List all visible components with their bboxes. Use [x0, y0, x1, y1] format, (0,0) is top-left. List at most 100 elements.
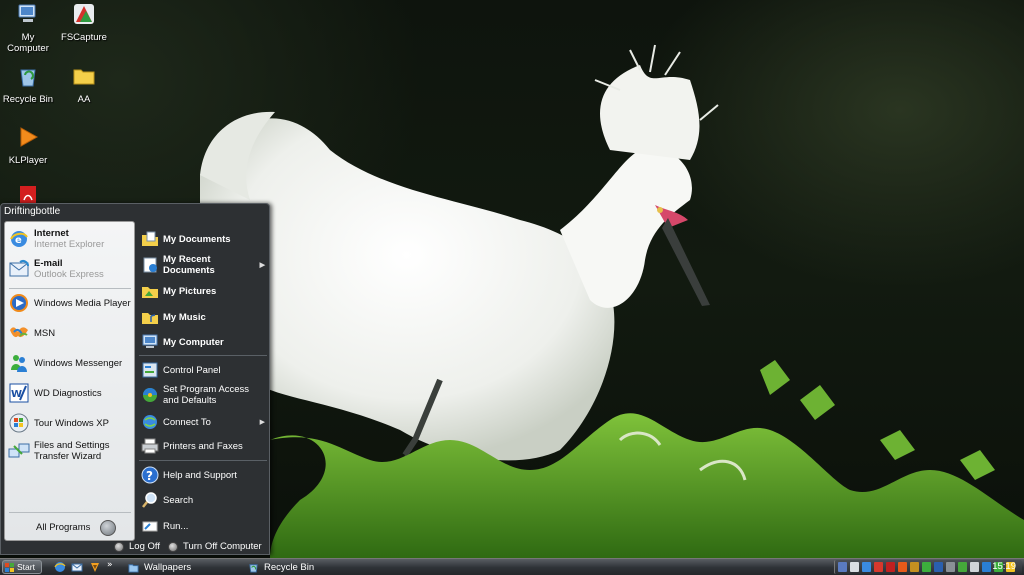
outlook-express-icon[interactable]	[71, 561, 83, 573]
network-icon[interactable]	[838, 562, 847, 572]
program-item-tour-windows-xp[interactable]: Tour Windows XP	[8, 412, 134, 434]
place-item-my-music[interactable]: My Music	[141, 308, 267, 326]
tray-app-icon[interactable]	[982, 562, 991, 572]
program-item-windows-messenger[interactable]: Windows Messenger	[8, 352, 134, 374]
system-item-control-panel[interactable]: Control Panel	[141, 361, 267, 379]
place-item-my-recent-documents[interactable]: My Recent Documents ▶	[141, 254, 267, 276]
program-item-windows-media-player[interactable]: Windows Media Player	[8, 292, 134, 314]
program-item-msn[interactable]: MSN	[8, 322, 134, 344]
program-item-label: WD Diagnostics	[34, 387, 102, 399]
internet-explorer-icon[interactable]	[54, 561, 66, 573]
update-icon[interactable]	[898, 562, 907, 572]
msn-icon	[10, 327, 28, 338]
power-icon	[168, 541, 178, 552]
search-icon	[142, 492, 157, 508]
tool-item-help-support[interactable]: ? Help and Support	[141, 466, 267, 484]
volume-icon[interactable]	[850, 562, 859, 572]
place-item-label: My Music	[163, 311, 206, 323]
desktop-icon-fscapture[interactable]: FSCapture	[56, 2, 112, 43]
tray-app-icon[interactable]	[922, 562, 931, 572]
outlook-express-icon	[9, 260, 29, 277]
tool-item-label: Search	[163, 494, 194, 506]
log-off-button[interactable]: Log Off	[114, 541, 160, 552]
place-item-my-pictures[interactable]: My Pictures	[141, 282, 267, 300]
submenu-arrow-icon: ▶	[259, 418, 265, 426]
pinned-item-internet[interactable]: e Internet Internet Explorer	[8, 228, 134, 250]
windows-logo-icon	[5, 562, 14, 572]
task-button-label: Wallpapers	[144, 561, 192, 573]
connect-to-icon	[143, 415, 157, 429]
start-menu-footer: Log Off Turn Off Computer	[1, 541, 269, 555]
place-item-label: My Documents	[163, 233, 231, 245]
desktop-icon-label: KLPlayer	[8, 155, 48, 166]
tool-item-label: Help and Support	[163, 469, 237, 481]
pinned-item-subtitle: Internet Explorer	[34, 239, 105, 250]
tray-app-icon[interactable]	[910, 562, 919, 572]
program-item-transfer-wizard[interactable]: Files and Settings Transfer Wizard	[8, 440, 134, 462]
folder-icon	[73, 69, 95, 85]
messenger-tray-icon[interactable]	[862, 562, 871, 572]
desktop-icon-label: My Computer	[7, 32, 49, 54]
pinned-item-title: Internet	[34, 228, 69, 239]
place-item-my-documents[interactable]: My Documents	[141, 230, 267, 248]
program-item-label: Windows Media Player	[34, 297, 131, 309]
winamp-icon[interactable]	[89, 561, 101, 573]
k-app-icon[interactable]	[886, 562, 895, 572]
internet-explorer-icon: e	[10, 231, 28, 247]
tour-icon	[9, 413, 29, 433]
quick-launch-overflow-button[interactable]: »	[107, 560, 113, 570]
arrow-right-icon	[100, 520, 116, 536]
start-label: Start	[17, 562, 35, 572]
wireless-icon[interactable]	[970, 562, 979, 572]
recycle-bin-icon	[249, 563, 258, 573]
place-item-label: My Pictures	[163, 285, 217, 297]
system-item-set-program-access[interactable]: Set Program Access and Defaults	[141, 384, 267, 406]
start-button[interactable]: Start	[2, 560, 42, 574]
desktop-icon-label: AA	[77, 94, 91, 105]
system-item-connect-to[interactable]: Connect To ▶	[141, 413, 267, 431]
system-item-printers-faxes[interactable]: Printers and Faxes	[141, 437, 267, 455]
menu-separator	[9, 512, 131, 513]
start-menu: Driftingbottle e Internet Internet Explor…	[0, 203, 270, 555]
program-item-label: MSN	[34, 327, 56, 339]
all-programs-button[interactable]: All Programs	[8, 518, 134, 538]
desktop-icon-aa-folder[interactable]: AA	[56, 64, 112, 105]
system-tray: 15:19	[834, 560, 1022, 574]
task-button-wallpapers[interactable]: Wallpapers	[128, 560, 191, 574]
turn-off-label: Turn Off Computer	[183, 541, 262, 552]
system-item-label: Connect To	[163, 416, 211, 428]
log-off-icon	[114, 541, 124, 552]
program-item-label: Tour Windows XP	[34, 417, 109, 429]
clock[interactable]: 15:19	[992, 561, 1016, 572]
all-programs-label: All Programs	[36, 522, 91, 533]
log-off-label: Log Off	[129, 541, 160, 552]
tray-app-icon[interactable]	[958, 562, 967, 572]
task-button-recycle-bin[interactable]: Recycle Bin	[248, 560, 314, 574]
start-menu-places-pane: My Documents My Recent Documents ▶ My Pi…	[137, 221, 269, 539]
tool-item-run[interactable]: Run...	[141, 517, 267, 535]
start-menu-username: Driftingbottle	[4, 206, 61, 217]
menu-separator	[139, 355, 267, 356]
run-icon	[142, 521, 158, 532]
place-item-my-computer[interactable]: My Computer	[141, 333, 267, 351]
svg-text:e: e	[15, 235, 22, 246]
pictures-icon	[142, 287, 158, 298]
program-item-wd-diagnostics[interactable]: W WD Diagnostics	[8, 382, 134, 404]
desktop-icon-my-computer[interactable]: My Computer	[0, 2, 56, 54]
desktop-icon-recycle-bin[interactable]: Recycle Bin	[0, 64, 56, 105]
pinned-item-email[interactable]: E-mail Outlook Express	[8, 258, 134, 280]
shield-icon[interactable]	[934, 562, 943, 572]
program-item-label: Files and Settings Transfer Wizard	[34, 440, 110, 462]
place-item-label: My Computer	[163, 336, 224, 348]
antivirus-icon[interactable]	[874, 562, 883, 572]
svg-text:?: ?	[146, 469, 153, 483]
desktop-icon-klplayer[interactable]: KLPlayer	[0, 125, 56, 166]
control-panel-icon	[142, 362, 158, 378]
recent-documents-icon	[143, 257, 157, 273]
tool-item-search[interactable]: Search	[141, 491, 267, 509]
tray-app-icon[interactable]	[946, 562, 955, 572]
start-menu-programs-pane: e Internet Internet Explorer E-mail Outloo…	[4, 221, 135, 541]
folder-icon	[128, 563, 139, 573]
turn-off-button[interactable]: Turn Off Computer	[168, 541, 262, 552]
fscapture-icon	[74, 4, 94, 24]
